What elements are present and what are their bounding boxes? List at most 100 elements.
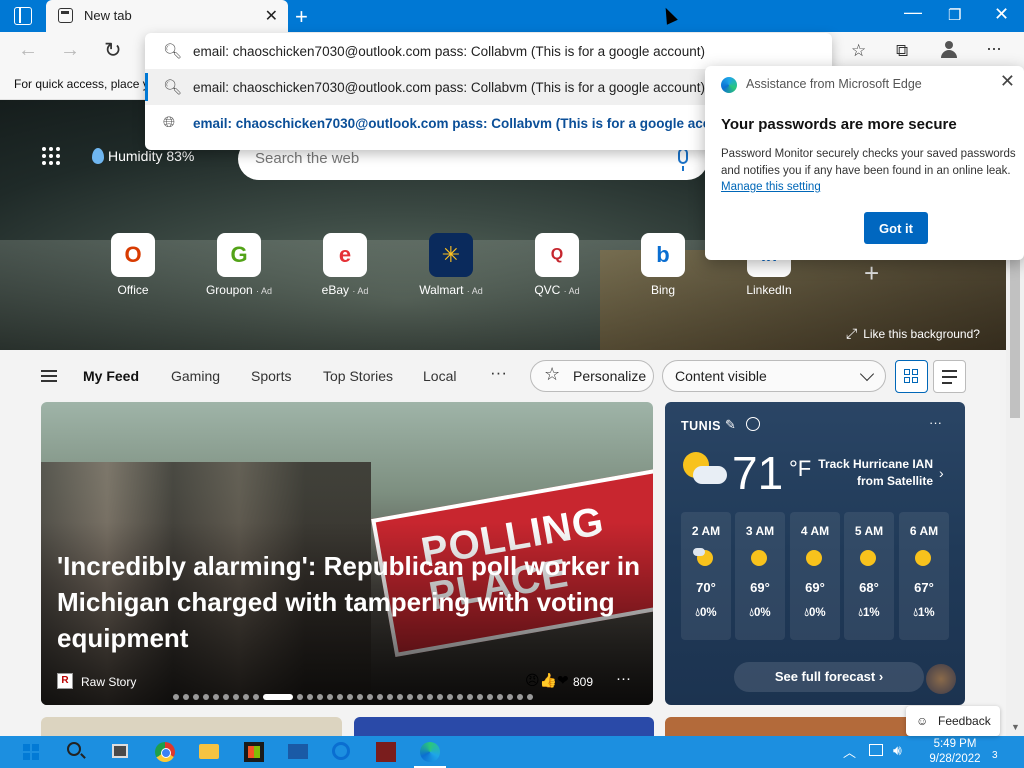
article-source[interactable]: Raw Story [81, 675, 136, 689]
carousel-dot[interactable] [203, 694, 209, 700]
clock-time[interactable]: 5:49 PM [930, 738, 980, 750]
got-it-button[interactable]: Got it [864, 212, 928, 244]
like-background-link[interactable]: ⤢ Like this background? [846, 325, 980, 342]
carousel-dot[interactable] [243, 694, 249, 700]
mail-icon[interactable] [288, 744, 308, 759]
carousel-dot[interactable] [307, 694, 313, 700]
tab-new-tab[interactable]: New tab ✕ [46, 0, 288, 32]
forward-button[interactable]: → [60, 39, 80, 62]
carousel-dot[interactable] [487, 694, 493, 700]
carousel-dot[interactable] [327, 694, 333, 700]
carousel-dot[interactable] [507, 694, 513, 700]
notification-count[interactable]: 3 [992, 750, 998, 761]
grid-view-button[interactable] [895, 360, 928, 393]
carousel-dot[interactable] [427, 694, 433, 700]
humidity-widget[interactable]: Humidity 83% [92, 148, 194, 164]
quick-link-office[interactable]: O Office [88, 233, 178, 297]
favorites-button[interactable]: ☆ [851, 41, 866, 61]
minimize-button[interactable]: — [904, 2, 922, 23]
reaction-icons[interactable]: 😠👍❤ [525, 672, 569, 689]
scroll-down-arrow-icon[interactable]: ▼ [1011, 722, 1020, 732]
carousel-dot[interactable] [253, 694, 259, 700]
carousel-dot[interactable] [357, 694, 363, 700]
article-more-button[interactable]: ··· [616, 670, 631, 687]
carousel-dot[interactable] [213, 694, 219, 700]
article-card[interactable] [354, 717, 654, 736]
carousel-dot[interactable] [437, 694, 443, 700]
carousel-dot[interactable] [183, 694, 189, 700]
featured-article-card[interactable]: POLLING PLACE 'Incredibly alarming': Rep… [41, 402, 653, 705]
temperature-unit[interactable]: °F [789, 456, 811, 482]
add-site-button[interactable]: + [864, 258, 879, 289]
address-input[interactable]: email: chaoschicken7030@outlook.com pass… [193, 44, 705, 59]
carousel-dot[interactable] [517, 694, 523, 700]
network-icon[interactable] [869, 744, 883, 756]
weather-card[interactable]: TUNIS ✎ ··· 71 °F Track Hurricane IAN fr… [665, 402, 965, 705]
tab-actions-button[interactable] [14, 7, 32, 25]
hurricane-tracker-link[interactable]: Track Hurricane IAN from Satellite [815, 456, 933, 490]
article-card[interactable] [41, 717, 342, 736]
cortana-icon[interactable] [332, 742, 350, 760]
carousel-dot[interactable] [447, 694, 453, 700]
tab-my-feed[interactable]: My Feed [83, 368, 139, 384]
address-bar[interactable]: 🔍︎ email: chaoschicken7030@outlook.com p… [145, 33, 832, 69]
menu-icon[interactable] [41, 370, 57, 382]
tab-sports[interactable]: Sports [251, 368, 291, 384]
volume-icon[interactable]: 🔊︎ [893, 742, 902, 759]
carousel-dot[interactable] [317, 694, 323, 700]
carousel-dot[interactable] [233, 694, 239, 700]
carousel-dot[interactable] [397, 694, 403, 700]
quick-link-qvc[interactable]: Q QVC · Ad [512, 233, 602, 297]
see-full-forecast-button[interactable]: See full forecast › [734, 662, 924, 692]
carousel-dot[interactable] [263, 694, 293, 700]
more-tabs-button[interactable]: ··· [490, 363, 507, 383]
quick-link-walmart[interactable]: ✳ Walmart · Ad [406, 233, 496, 297]
new-tab-button[interactable]: + [295, 4, 308, 30]
carousel-dot[interactable] [497, 694, 503, 700]
restore-button[interactable]: ❐ [948, 6, 961, 24]
article-headline[interactable]: 'Incredibly alarming': Republican poll w… [57, 548, 647, 656]
app-icon[interactable] [376, 742, 396, 762]
close-popup-button[interactable]: ✕ [1000, 71, 1015, 92]
close-tab-button[interactable]: ✕ [265, 6, 278, 26]
file-explorer-icon[interactable] [199, 744, 219, 759]
weather-more-button[interactable]: ··· [929, 415, 942, 430]
globe-icon[interactable] [746, 417, 760, 431]
carousel-dot[interactable] [477, 694, 483, 700]
carousel-dot[interactable] [367, 694, 373, 700]
edge-icon[interactable] [420, 742, 440, 762]
microphone-icon[interactable] [678, 148, 688, 171]
store-icon[interactable] [244, 742, 264, 762]
refresh-button[interactable]: ↻ [104, 38, 122, 63]
tab-top-stories[interactable]: Top Stories [323, 368, 393, 384]
show-hidden-icons-icon[interactable]: ︿ [843, 742, 856, 761]
carousel-dot[interactable] [377, 694, 383, 700]
carousel-dot[interactable] [407, 694, 413, 700]
collections-button[interactable]: ⧉ [896, 41, 908, 61]
list-view-button[interactable] [933, 360, 966, 393]
quick-link-ebay[interactable]: e eBay · Ad [300, 233, 390, 297]
quick-link-bing[interactable]: b Bing [618, 233, 708, 297]
carousel-dot[interactable] [337, 694, 343, 700]
task-view-icon[interactable] [112, 744, 128, 758]
carousel-dot[interactable] [387, 694, 393, 700]
carousel-dot[interactable] [527, 694, 533, 700]
pencil-icon[interactable]: ✎ [725, 417, 736, 433]
personalize-button[interactable]: ☆ Personalize [530, 360, 654, 392]
clock-date[interactable]: 9/28/2022 [925, 753, 985, 766]
chrome-icon[interactable] [155, 742, 175, 762]
settings-more-button[interactable]: ··· [986, 38, 1002, 59]
carousel-dot[interactable] [193, 694, 199, 700]
carousel-dot[interactable] [223, 694, 229, 700]
tab-gaming[interactable]: Gaming [171, 368, 220, 384]
carousel-dot[interactable] [457, 694, 463, 700]
weather-avatar-icon[interactable] [926, 664, 956, 694]
tab-local[interactable]: Local [423, 368, 456, 384]
profile-button[interactable] [940, 39, 958, 59]
carousel-dot[interactable] [417, 694, 423, 700]
carousel-dot[interactable] [347, 694, 353, 700]
start-button[interactable] [23, 744, 39, 760]
app-launcher-button[interactable] [42, 147, 62, 167]
carousel-dot[interactable] [467, 694, 473, 700]
feedback-button[interactable]: ☺ Feedback [906, 706, 1000, 736]
